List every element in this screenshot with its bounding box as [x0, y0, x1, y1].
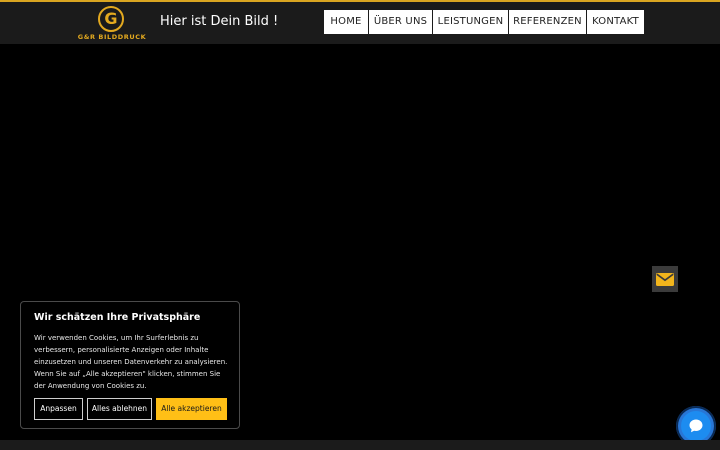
nav-item-home[interactable]: HOME — [324, 10, 368, 34]
logo-text: G&R BILDDRUCK — [77, 33, 147, 41]
accept-all-button[interactable]: Alle akzeptieren — [156, 398, 227, 420]
nav-item-leistungen[interactable]: LEISTUNGEN — [433, 10, 508, 34]
page: G G&R BILDDRUCK Hier ist Dein Bild ! HOM… — [0, 0, 720, 450]
customize-button[interactable]: Anpassen — [34, 398, 83, 420]
footer-strip — [0, 440, 720, 450]
nav-item-kontakt[interactable]: KONTAKT — [587, 10, 644, 34]
tagline: Hier ist Dein Bild ! — [160, 14, 279, 29]
cookie-buttons: Anpassen Alles ablehnen Alle akzeptieren — [34, 398, 227, 420]
contact-mail-button[interactable] — [652, 266, 678, 292]
reject-all-button[interactable]: Alles ablehnen — [87, 398, 152, 420]
main-nav: HOME ÜBER UNS LEISTUNGEN REFERENZEN KONT… — [324, 10, 644, 34]
chat-bubble-icon — [689, 419, 703, 433]
site-header: G G&R BILDDRUCK Hier ist Dein Bild ! HOM… — [0, 2, 720, 44]
logo-g-icon: G — [98, 6, 124, 32]
nav-item-ueber-uns[interactable]: ÜBER UNS — [369, 10, 432, 34]
cookie-title: Wir schätzen Ihre Privatsphäre — [34, 312, 201, 323]
cookie-text: Wir verwenden Cookies, um Ihr Surferlebn… — [34, 334, 228, 390]
logo[interactable]: G G&R BILDDRUCK — [74, 5, 150, 43]
cookie-consent-dialog: Wir schätzen Ihre Privatsphäre Wir verwe… — [20, 301, 240, 429]
chat-button-inner — [681, 411, 711, 441]
envelope-icon — [656, 272, 674, 286]
nav-item-referenzen[interactable]: REFERENZEN — [509, 10, 586, 34]
